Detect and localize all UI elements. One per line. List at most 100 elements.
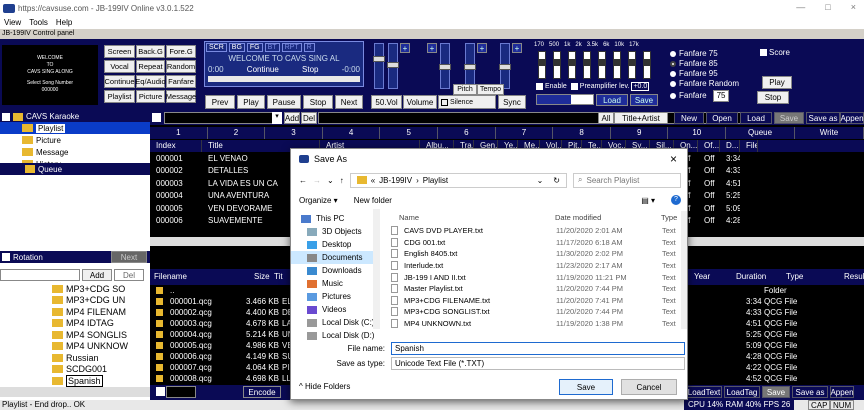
- hide-folders-button[interactable]: ^ Hide Folders: [299, 382, 350, 391]
- encode-button[interactable]: Encode: [243, 386, 281, 398]
- load-button[interactable]: Load: [740, 112, 772, 124]
- fanfare-value[interactable]: 75: [712, 90, 730, 102]
- append-button[interactable]: Appen: [840, 112, 864, 124]
- sync-plus-button[interactable]: +: [512, 43, 522, 53]
- fanfare-option[interactable]: Fanfare 75: [670, 49, 739, 59]
- loadtext-button[interactable]: LoadText: [686, 386, 722, 398]
- tempo-button[interactable]: Tempo: [477, 84, 504, 95]
- sync-slider[interactable]: [499, 43, 511, 89]
- playlist-column-header[interactable]: Of...: [698, 140, 720, 152]
- tree-item-playlist[interactable]: Playlist: [0, 122, 150, 134]
- dialog-file-row[interactable]: CDG 001.txt 11/17/2020 6:18 AM Text: [391, 237, 681, 249]
- chevron-down-icon[interactable]: ▾: [272, 112, 282, 124]
- path-segment[interactable]: Playlist: [423, 176, 448, 185]
- eq-band-slider[interactable]: [568, 51, 576, 79]
- screen-tab-fg[interactable]: FG: [246, 43, 263, 52]
- tempo-slider[interactable]: [464, 43, 476, 89]
- file-column-header[interactable]: Result: [840, 269, 864, 285]
- mode-button-eqaudio[interactable]: Eq/Audio: [135, 75, 166, 88]
- playlist-column-header[interactable]: Index: [150, 140, 202, 152]
- write-tab[interactable]: Write: [795, 127, 864, 139]
- dialog-file-row[interactable]: Interlude.txt 11/23/2020 2:17 AM Text: [391, 260, 681, 272]
- folder-item[interactable]: Russian: [0, 352, 150, 364]
- stop-button[interactable]: Stop: [303, 95, 333, 109]
- mode-button-continue[interactable]: Continue: [104, 75, 135, 88]
- nav-item-localdiskc[interactable]: Local Disk (C:): [291, 316, 379, 329]
- eq-band-slider[interactable]: [643, 51, 651, 79]
- nav-item-localdiskd[interactable]: Local Disk (D:): [291, 329, 379, 342]
- new-button[interactable]: New: [674, 112, 704, 124]
- eq-band-slider[interactable]: [538, 51, 546, 79]
- number-tab-7[interactable]: 7: [496, 127, 554, 139]
- playlist-add-button[interactable]: Add: [284, 112, 300, 124]
- mode-button-foreg[interactable]: Fore.G: [166, 45, 196, 58]
- sync-button[interactable]: Sync: [498, 95, 526, 109]
- mode-button-picture[interactable]: Picture: [136, 90, 165, 103]
- menu-tools[interactable]: Tools: [29, 18, 48, 27]
- nav-item-documents[interactable]: Documents: [291, 251, 379, 264]
- number-tab-1[interactable]: 1: [150, 127, 208, 139]
- name-column[interactable]: Name: [387, 213, 555, 222]
- dialog-file-row[interactable]: English 8405.txt 11/30/2020 2:02 PM Text: [391, 248, 681, 260]
- save-button[interactable]: Save: [774, 112, 804, 124]
- mode-button-random[interactable]: Random: [166, 60, 196, 73]
- eq-band-slider[interactable]: [583, 51, 591, 79]
- save-as-button[interactable]: Save as: [792, 386, 828, 398]
- chevron-down-icon[interactable]: ⌄: [327, 176, 334, 185]
- screen-tab-bg[interactable]: BG: [228, 43, 245, 52]
- screen-tab-scr[interactable]: SCR: [206, 43, 227, 52]
- eq-band-slider[interactable]: [628, 51, 636, 79]
- eq-band-slider[interactable]: [613, 51, 621, 79]
- number-tab-8[interactable]: 8: [553, 127, 611, 139]
- dialog-file-row[interactable]: MP3+CDG SONGLIST.txt 11/20/2020 7:44 PM Te…: [391, 306, 681, 318]
- close-icon[interactable]: ×: [670, 152, 677, 166]
- file-column-header[interactable]: Filename: [150, 269, 220, 285]
- path-segment[interactable]: JB-199IV: [379, 176, 412, 185]
- add-button[interactable]: Add: [82, 269, 112, 281]
- type-column[interactable]: Type: [661, 213, 677, 222]
- folder-item[interactable]: MP4 SONGLIS: [0, 329, 150, 341]
- dialog-file-row[interactable]: JB-199 I AND II.txt 11/19/2020 11:21 PM Te…: [391, 271, 681, 283]
- left-vol-slider[interactable]: [373, 43, 385, 89]
- volume-button[interactable]: Volume: [403, 95, 437, 109]
- nav-item-videos[interactable]: Videos: [291, 303, 379, 316]
- folder-item[interactable]: SCDG001: [0, 364, 150, 376]
- vol-plus-button[interactable]: +: [400, 43, 410, 53]
- view-icon[interactable]: ▤ ▾: [641, 196, 655, 205]
- tree-root[interactable]: CAVS Karaoke: [0, 111, 150, 122]
- pitch-plus-button[interactable]: +: [427, 43, 437, 53]
- file-column-header[interactable]: Type: [782, 269, 847, 285]
- search-input[interactable]: ⌕ Search Playlist: [573, 172, 681, 188]
- organize-button[interactable]: Organize ▾: [299, 196, 338, 205]
- close-button[interactable]: ×: [851, 2, 856, 12]
- playlist-del-button[interactable]: Del: [301, 112, 317, 124]
- savetype-select[interactable]: Unicode Text File (*.TXT): [391, 357, 685, 370]
- nav-item-thispc[interactable]: This PC: [291, 212, 379, 225]
- refresh-icon[interactable]: ↻: [553, 176, 560, 185]
- del-button[interactable]: Del: [114, 269, 144, 281]
- folder-item[interactable]: MP4 IDTAG: [0, 318, 150, 330]
- pitch-button[interactable]: Pitch: [453, 84, 477, 95]
- folder-item[interactable]: MP4 UNKNOW: [0, 341, 150, 353]
- number-tab-4[interactable]: 4: [323, 127, 381, 139]
- filename-input[interactable]: Spanish: [391, 342, 685, 355]
- nav-item-music[interactable]: Music: [291, 277, 379, 290]
- up-arrow-icon[interactable]: ↑: [340, 176, 344, 185]
- queue-tab[interactable]: Queue: [726, 127, 796, 139]
- menu-help[interactable]: Help: [56, 18, 72, 27]
- eq-band-slider[interactable]: [598, 51, 606, 79]
- nav-item-pictures[interactable]: Pictures: [291, 290, 379, 303]
- next-button[interactable]: Next: [111, 251, 147, 263]
- chevron-down-icon[interactable]: ⌄: [537, 176, 544, 185]
- mode-button-playlist[interactable]: Playlist: [104, 90, 135, 103]
- number-tab-3[interactable]: 3: [265, 127, 323, 139]
- screen-tab-rpt[interactable]: RPT: [281, 43, 302, 52]
- dialog-cancel-button[interactable]: Cancel: [621, 379, 677, 395]
- help-icon[interactable]: ?: [671, 195, 681, 205]
- appen-button[interactable]: Appen: [830, 386, 854, 398]
- tree-item-picture[interactable]: Picture: [0, 134, 150, 146]
- path-box[interactable]: « JB-199IV › Playlist ⌄ ↻: [349, 172, 567, 188]
- folder-item[interactable]: MP4 FILENAM: [0, 306, 150, 318]
- eq-band-slider[interactable]: [553, 51, 561, 79]
- progress-bar[interactable]: [208, 76, 360, 82]
